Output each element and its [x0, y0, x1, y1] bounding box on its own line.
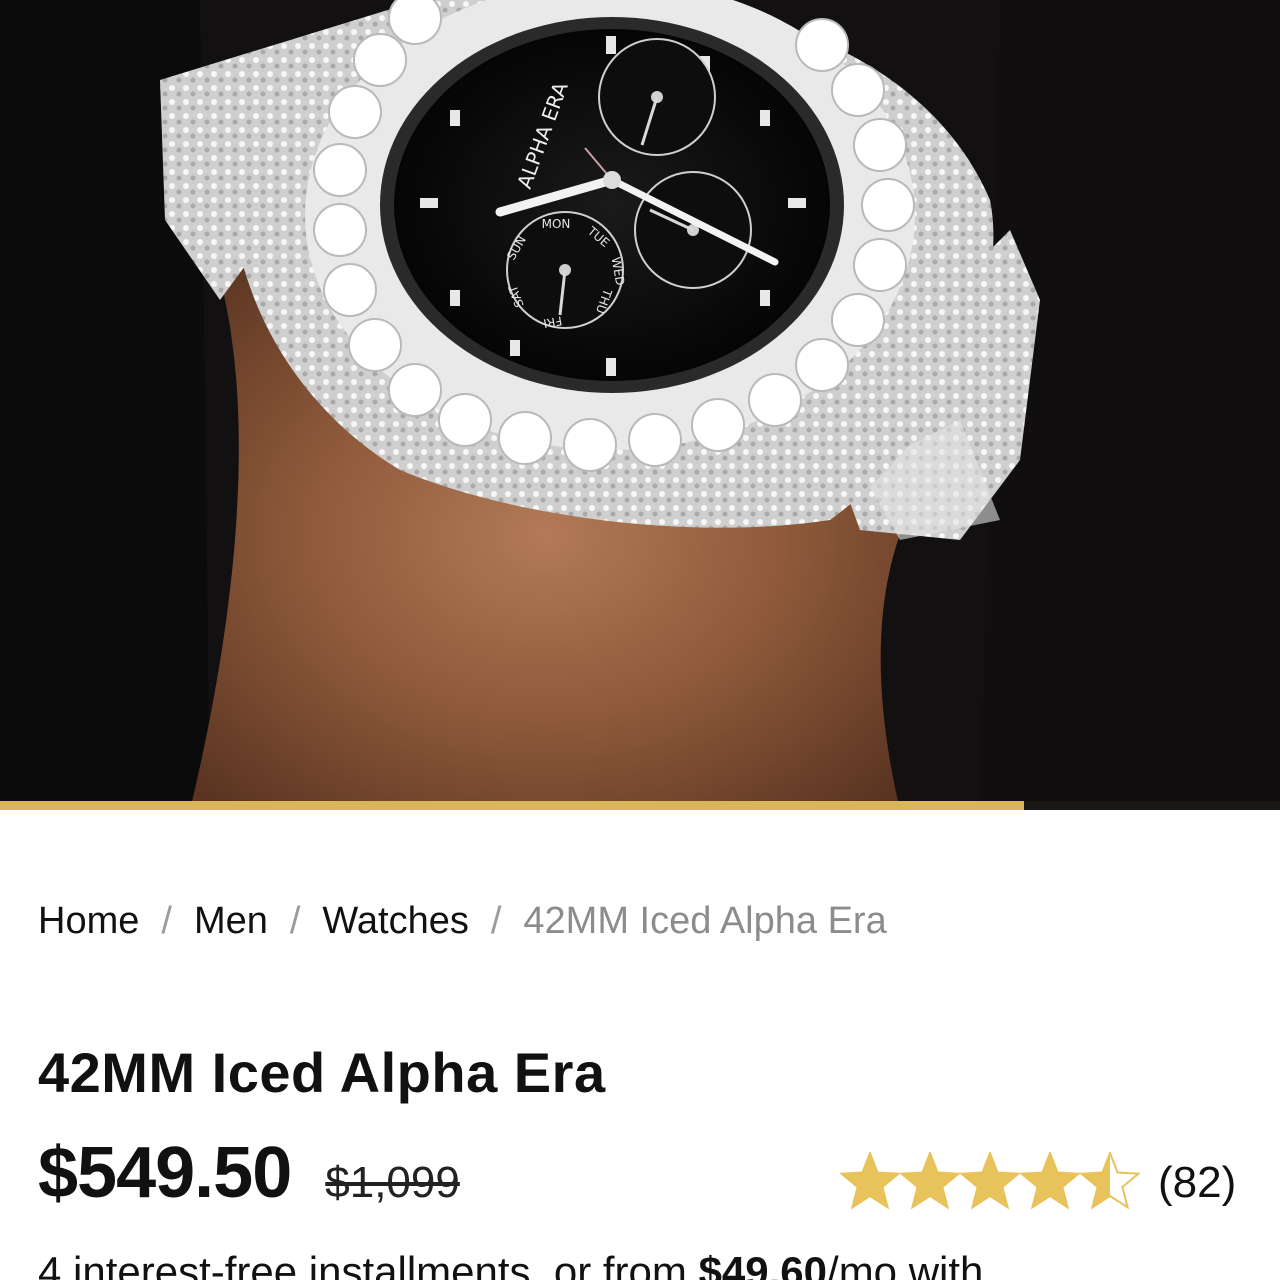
- sale-price: $549.50: [38, 1133, 292, 1213]
- breadcrumb-men-link[interactable]: Men: [194, 900, 268, 943]
- breadcrumb-home-link[interactable]: Home: [38, 900, 139, 943]
- compare-at-price: $1,099: [325, 1158, 460, 1207]
- watch-photo: SUN MON TUE WED THU FRI SAT ALPHA ERA: [0, 0, 1280, 810]
- installments-suffix: /mo with: [827, 1248, 984, 1280]
- day-label-mon: MON: [542, 217, 571, 231]
- gallery-progress-bar: [0, 801, 1280, 810]
- breadcrumb: Home / Men / Watches / 42MM Iced Alpha E…: [38, 900, 887, 943]
- star-icon: [898, 1152, 962, 1210]
- breadcrumb-separator: /: [161, 900, 172, 942]
- breadcrumb-separator: /: [289, 900, 301, 942]
- product-rating[interactable]: (82): [840, 1152, 1236, 1214]
- star-icon: [1018, 1152, 1082, 1210]
- star-icon: [840, 1152, 902, 1210]
- breadcrumb-watches-link[interactable]: Watches: [322, 900, 468, 943]
- star-icon: [1078, 1152, 1140, 1210]
- installments-text: 4 interest-free installments, or from $4…: [38, 1248, 983, 1280]
- product-title: 42MM Iced Alpha Era: [38, 1041, 606, 1104]
- gallery-progress-fill: [0, 801, 1024, 810]
- installments-prefix: 4 interest-free installments, or from: [38, 1248, 699, 1280]
- review-count[interactable]: (82): [1158, 1158, 1236, 1208]
- product-image-gallery[interactable]: SUN MON TUE WED THU FRI SAT ALPHA ERA: [0, 0, 1280, 810]
- breadcrumb-separator: /: [490, 900, 502, 942]
- installments-amount: $49.60: [698, 1248, 828, 1280]
- rating-stars-icon: [840, 1152, 1140, 1210]
- product-page: SUN MON TUE WED THU FRI SAT ALPHA ERA Ho…: [0, 0, 1280, 1280]
- breadcrumb-current: 42MM Iced Alpha Era: [523, 900, 887, 942]
- star-icon: [958, 1152, 1022, 1210]
- price-row: $549.50 $1,099: [38, 1132, 460, 1214]
